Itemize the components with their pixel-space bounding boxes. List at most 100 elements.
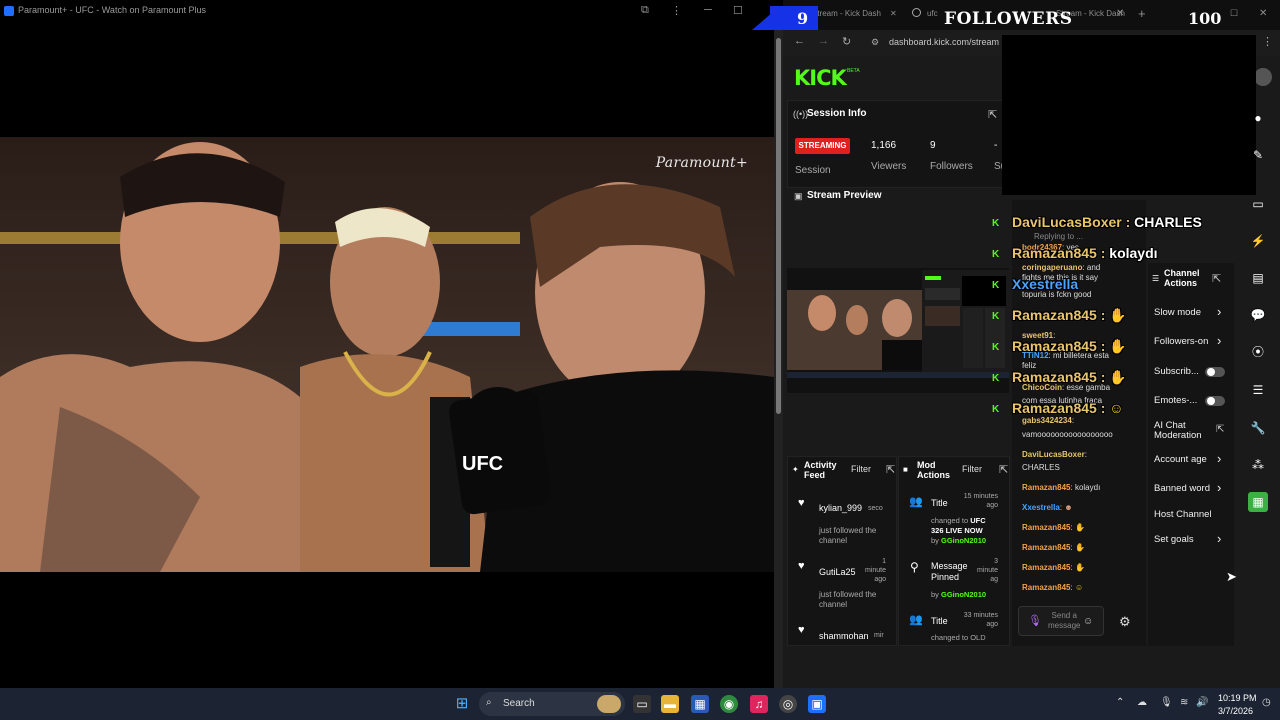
back-icon[interactable]: ← <box>794 35 805 47</box>
chat-message: gabs3424234: <box>1022 416 1075 425</box>
layout-icon[interactable]: ▭ <box>1248 194 1268 214</box>
action-subscribers-only[interactable]: Subscrib... <box>1154 366 1199 377</box>
chat-bubble-icon[interactable]: 💬 <box>1248 305 1268 325</box>
activity-user[interactable]: GutiLa25 <box>819 567 856 577</box>
broadcast-sidebar-icon[interactable]: ⦿ <box>1248 342 1268 362</box>
wrench-icon[interactable]: 🔧 <box>1248 418 1268 438</box>
emote-icon: ☺ <box>1074 583 1084 592</box>
action-emotes-only[interactable]: Emotes-... <box>1154 395 1197 406</box>
activity-user[interactable]: shammohan <box>819 631 869 641</box>
wifi-icon[interactable]: ≋ <box>1180 697 1188 708</box>
chevron-right-icon[interactable]: › <box>1217 333 1221 348</box>
action-account-age[interactable]: Account age <box>1154 454 1207 465</box>
mod-action-title: Message <box>931 561 968 571</box>
chat-username[interactable]: Ramazan845 <box>1022 483 1070 492</box>
chat-message: Ramazan845: ✋ <box>1022 563 1085 572</box>
chat-username[interactable]: Ramazan845 <box>1022 583 1070 592</box>
avatar[interactable] <box>1254 68 1272 86</box>
tab-close-icon[interactable]: ✕ <box>890 9 897 31</box>
mod-user[interactable]: GGinoN2010 <box>941 590 986 599</box>
chat-settings-icon[interactable]: ⚙ <box>1119 614 1131 630</box>
emote-icon: ✋ <box>1074 523 1085 532</box>
music-icon[interactable]: ♫ <box>750 695 768 713</box>
subscribers-toggle[interactable] <box>1205 367 1225 377</box>
chat-username[interactable]: gabs3424234 <box>1022 416 1072 425</box>
file-explorer-icon[interactable]: ▬ <box>661 695 679 713</box>
notification-icon[interactable]: ◷ <box>1262 697 1271 708</box>
clock-date[interactable]: 3/7/2026 <box>1218 706 1253 716</box>
chat-username[interactable]: coringaperuano <box>1022 263 1082 272</box>
popout-icon[interactable]: ⇱ <box>988 108 997 121</box>
help-icon[interactable]: ● <box>1248 108 1268 128</box>
forward-icon[interactable]: → <box>818 35 829 47</box>
channel-actions-title-2: Actions <box>1164 278 1198 288</box>
kick-badge-icon: K <box>992 311 1000 322</box>
clipboard-icon[interactable]: ▤ <box>1248 268 1268 288</box>
mod-user[interactable]: GGinoN2010 <box>941 536 986 545</box>
viewers-label: Viewers <box>871 161 907 172</box>
action-set-goals[interactable]: Set goals <box>1154 534 1194 545</box>
microphone-icon[interactable]: 🎙 <box>1160 697 1173 708</box>
users-sidebar-icon[interactable]: ⁂ <box>1248 455 1268 475</box>
close-window-icon[interactable]: ✕ <box>1259 8 1267 30</box>
actions-popout-icon[interactable]: ⇱ <box>1212 272 1221 285</box>
chevron-right-icon[interactable]: › <box>1217 480 1221 495</box>
lightning-icon[interactable]: ⚡ <box>1248 231 1268 251</box>
cloud-icon[interactable]: ☁ <box>1137 697 1147 708</box>
restore-icon[interactable]: ☐ <box>1230 8 1238 30</box>
emoji-icon[interactable]: ☺ <box>1083 616 1093 627</box>
extensions-icon[interactable]: ⧉ <box>641 4 649 17</box>
store-icon[interactable]: ▦ <box>691 695 709 713</box>
video-player[interactable]: Paramount+ <box>0 137 774 572</box>
windows-start-icon[interactable]: ⊞ <box>453 695 471 713</box>
activity-popout-icon[interactable]: ⇱ <box>886 463 895 476</box>
action-banned-words[interactable]: Banned word <box>1154 483 1210 494</box>
obs-icon[interactable]: ◎ <box>779 695 797 713</box>
external-link-icon[interactable]: ⇱ <box>1216 424 1224 435</box>
actions-icon: ☰ <box>1152 274 1160 283</box>
chevron-right-icon[interactable]: › <box>1217 304 1221 319</box>
clock-time[interactable]: 10:19 PM <box>1218 693 1257 703</box>
url-text[interactable]: dashboard.kick.com/stream <box>889 37 999 47</box>
chat-username[interactable]: Ramazan845 <box>1022 543 1070 552</box>
volume-icon[interactable]: 🔊 <box>1196 697 1208 708</box>
new-tab-icon[interactable]: + <box>1138 6 1146 28</box>
chat-username[interactable]: Ramazan845 <box>1022 563 1070 572</box>
more-menu-icon[interactable]: ⋮ <box>671 4 682 17</box>
activity-user[interactable]: kylian_999 <box>819 503 862 513</box>
emote-icon: ☻ <box>1064 503 1073 512</box>
minimize-icon[interactable]: ─ <box>704 4 712 16</box>
chevron-right-icon[interactable]: › <box>1217 531 1221 546</box>
chat-username[interactable]: Xxestrella <box>1022 503 1060 512</box>
chat-username[interactable]: Ramazan845 <box>1022 523 1070 532</box>
action-host-channel[interactable]: Host Channel <box>1154 509 1212 520</box>
tab-ufc[interactable]: ufc <box>927 9 938 31</box>
mod-popout-icon[interactable]: ⇱ <box>999 463 1008 476</box>
activity-filter-button[interactable]: Filter <box>851 464 871 474</box>
chrome-icon[interactable]: ◉ <box>720 695 738 713</box>
site-info-icon[interactable]: ⚙ <box>871 37 879 48</box>
task-view-icon[interactable]: ▭ <box>633 695 651 713</box>
edit-icon[interactable]: ✎ <box>1248 145 1268 165</box>
reload-icon[interactable]: ↻ <box>842 35 851 48</box>
app-icon[interactable]: ▣ <box>808 695 826 713</box>
kick-logo[interactable]: KICK <box>794 66 847 90</box>
action-slow-mode[interactable]: Slow mode <box>1154 307 1201 318</box>
tab-close-icon[interactable]: ✕ <box>1116 8 1124 30</box>
scrollbar-thumb[interactable] <box>776 38 781 414</box>
chevron-right-icon[interactable]: › <box>1217 451 1221 466</box>
list-icon[interactable]: ☰ <box>1248 380 1268 400</box>
mic-icon[interactable]: 🎙 <box>1028 614 1042 627</box>
maximize-icon[interactable]: ☐ <box>733 4 743 17</box>
action-followers-only[interactable]: Followers-on <box>1154 336 1208 347</box>
emotes-toggle[interactable] <box>1205 396 1225 406</box>
stream-preview-thumbnail[interactable] <box>787 268 1009 393</box>
tab-stream-kick-1[interactable]: Stream - Kick Dash <box>812 9 881 31</box>
mod-filter-button[interactable]: Filter <box>962 464 982 474</box>
chat-username[interactable]: DaviLucasBoxer <box>1022 450 1085 459</box>
action-ai-moderation-2[interactable]: Moderation <box>1154 430 1202 441</box>
add-widget-icon[interactable]: ▦ <box>1248 492 1268 512</box>
browser-menu-icon[interactable]: ⋮ <box>1262 35 1273 48</box>
emote-icon: ✋ <box>1074 563 1085 572</box>
tray-overflow-icon[interactable]: ⌃ <box>1116 697 1124 708</box>
